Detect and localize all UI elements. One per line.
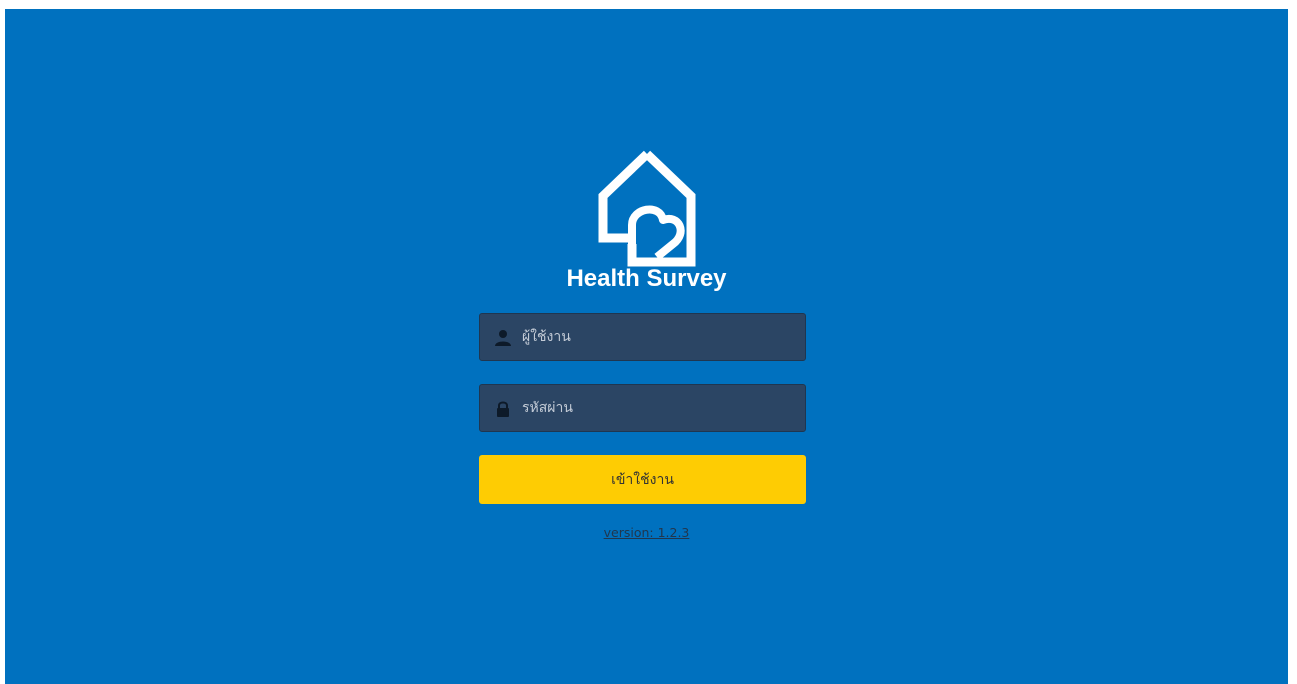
password-input[interactable]: [522, 385, 792, 431]
login-button[interactable]: เข้าใช้งาน: [479, 455, 806, 504]
login-screen: Health Survey เข้าใช้งาน version: 1.2.3: [5, 9, 1288, 684]
password-field[interactable]: [479, 384, 806, 432]
username-input[interactable]: [522, 314, 792, 360]
app-title: Health Survey: [566, 265, 727, 292]
username-field[interactable]: [479, 313, 806, 361]
health-survey-logo: [598, 150, 696, 267]
version-link[interactable]: version: 1.2.3: [604, 525, 690, 540]
version-footer: version: 1.2.3: [5, 524, 1288, 542]
user-icon: [495, 330, 511, 346]
lock-icon: [497, 401, 509, 417]
